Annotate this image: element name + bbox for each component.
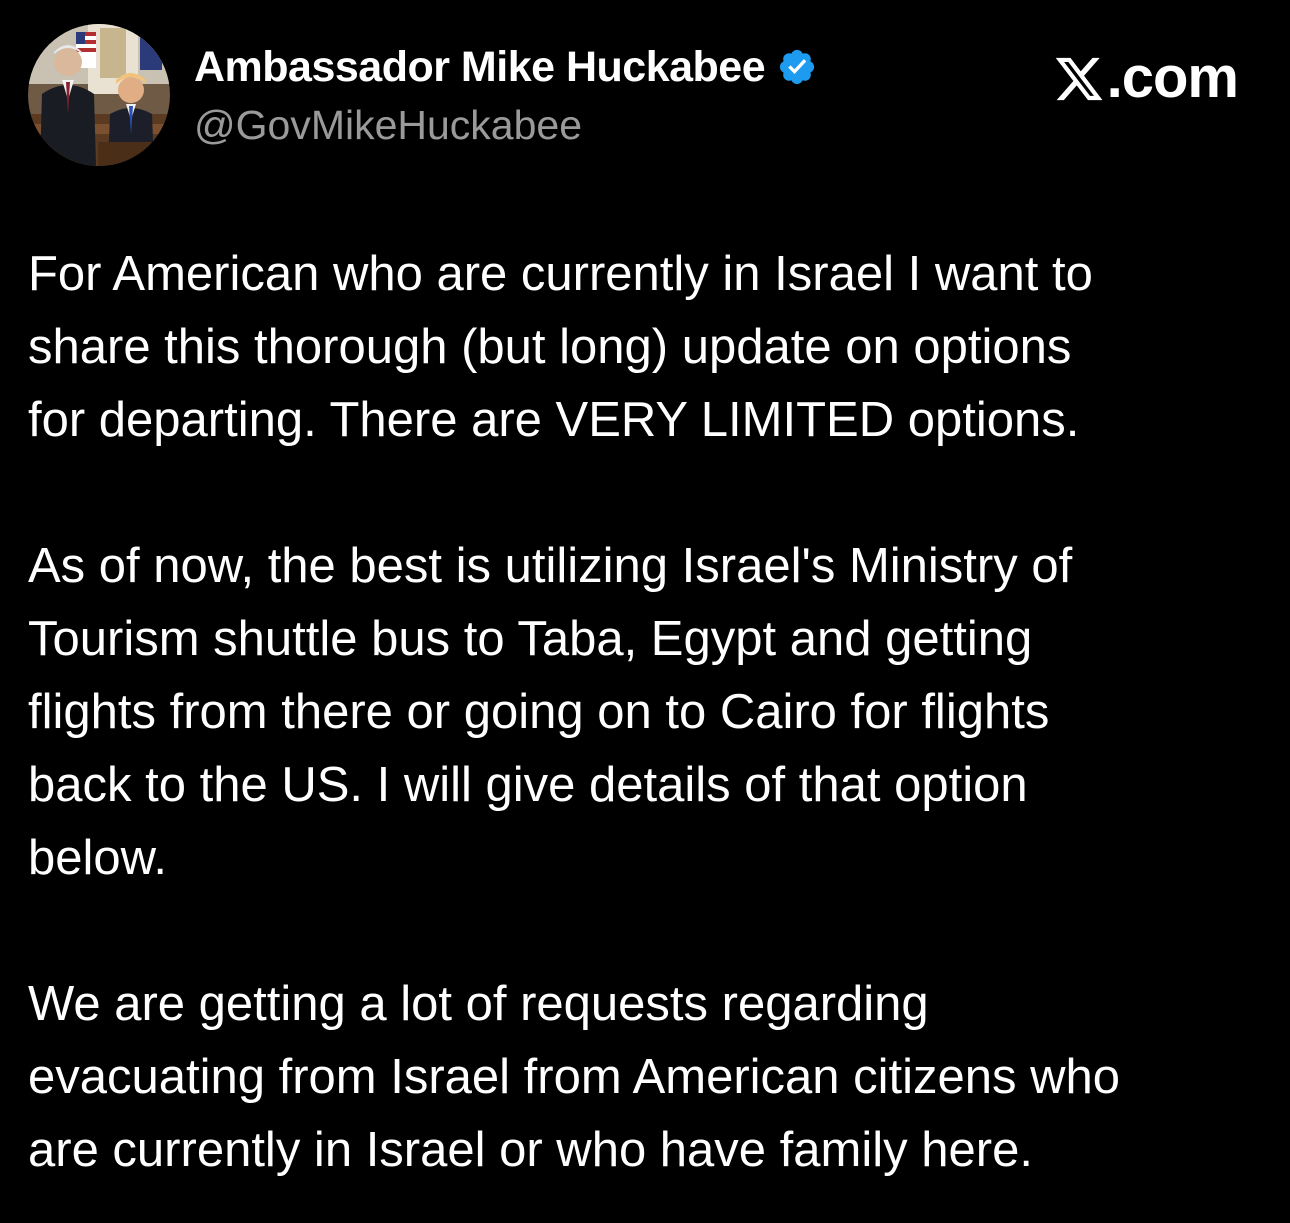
tweet-paragraph: We are getting a lot of requests regardi… [28, 977, 1121, 1177]
tweet-paragraph: For American who are currently in Israel… [28, 247, 1093, 447]
brand-label: .com [1106, 45, 1239, 110]
x-com-brand[interactable]: .com [1053, 44, 1239, 111]
author-handle[interactable]: @GovMikeHuckabee [194, 102, 817, 149]
author-name-row: Ambassador Mike Huckabee [194, 40, 817, 94]
author-info: Ambassador Mike Huckabee @GovMikeHuckabe… [194, 40, 817, 149]
author-display-name[interactable]: Ambassador Mike Huckabee [194, 43, 766, 92]
tweet-paragraph: As of now, the best is utilizing Israel'… [28, 539, 1073, 885]
verified-badge-icon [777, 47, 817, 87]
tweet-text: For American who are currently in Israel… [28, 238, 1268, 1187]
avatar-image [28, 24, 170, 166]
x-logo-icon [1053, 52, 1105, 104]
author-avatar[interactable] [28, 24, 170, 166]
post-header: Ambassador Mike Huckabee @GovMikeHuckabe… [28, 24, 1262, 174]
